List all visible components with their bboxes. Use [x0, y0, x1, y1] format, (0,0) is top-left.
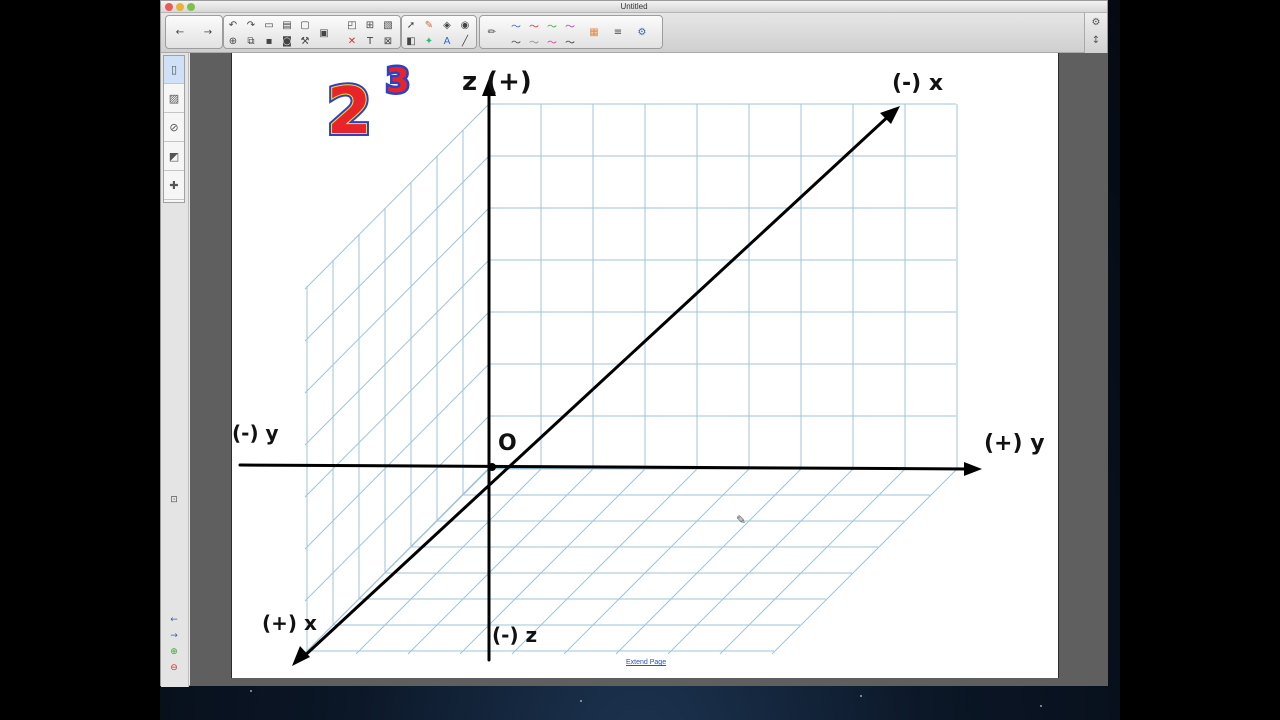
floor-slanted-gridline [667, 468, 854, 655]
z-negative-label: (-) z [492, 623, 537, 647]
floor-slanted-gridline [303, 468, 490, 655]
y-positive-label: (+) y [984, 431, 1045, 456]
floor-slanted-gridline [771, 468, 958, 655]
drawing-canvas: 2 2 3 z (+) (-) x (-) y (+) y (+) x (-) … [232, 59, 1045, 666]
badge-exponent-digit: 3 [386, 61, 410, 101]
extend-page-link[interactable]: Extend Page [626, 659, 666, 666]
y-axis-arrowhead [964, 462, 982, 476]
floor-slanted-gridline [615, 468, 802, 655]
exponent-badge: 2 2 3 [324, 59, 412, 153]
floor-slanted-gridline [719, 468, 906, 655]
z-positive-label: z (+) [462, 67, 532, 97]
x-negative-label: (-) x [892, 71, 943, 96]
origin-point [488, 463, 496, 471]
pen-cursor-icon: ✎ [736, 513, 746, 527]
grid-lines [303, 103, 958, 655]
origin-label: O [498, 431, 517, 456]
badge-base-digit-highlight: 2 [327, 75, 372, 149]
x-axis [298, 110, 895, 662]
floor-slanted-gridline [563, 468, 750, 655]
y-axis [238, 463, 972, 471]
y-negative-label: (-) y [232, 421, 279, 445]
floor-slanted-gridline [511, 468, 698, 655]
x-positive-label: (+) x [262, 611, 317, 635]
